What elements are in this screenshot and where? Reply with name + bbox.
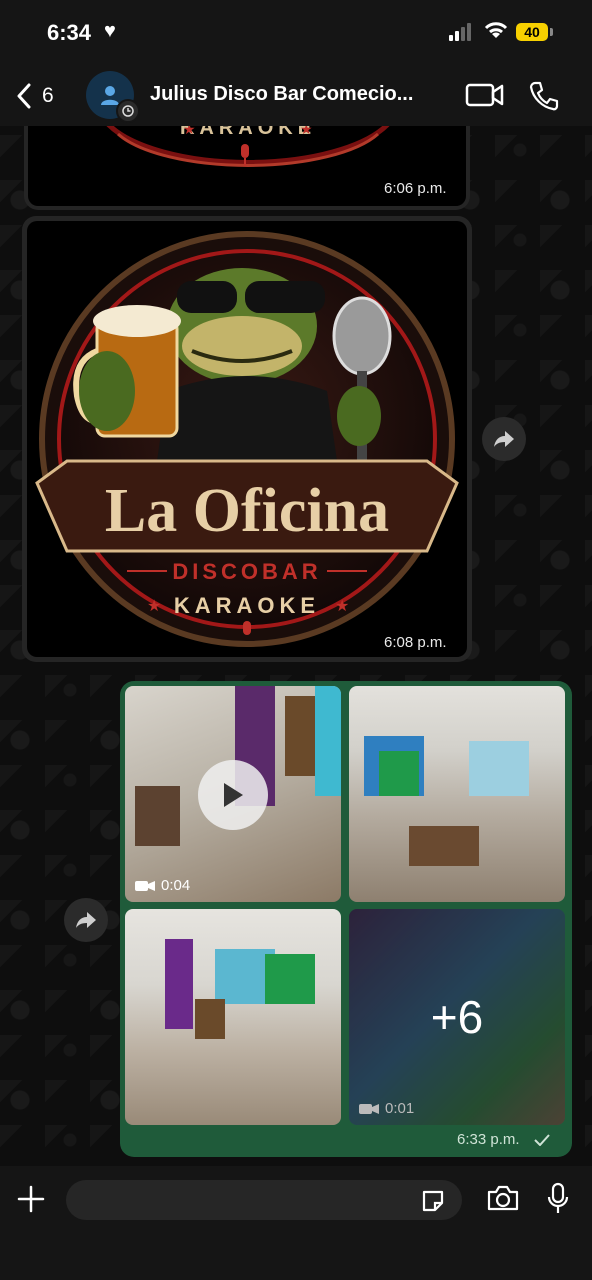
album-video-tile[interactable]: 0:04 — [125, 686, 341, 902]
message-input[interactable] — [66, 1180, 462, 1220]
back-button[interactable]: 6 — [16, 80, 68, 112]
clock-badge-icon — [116, 99, 140, 123]
forward-button[interactable] — [64, 898, 108, 942]
logo-subtitle: DISCOBAR — [172, 559, 321, 584]
more-photos-count: +6 — [430, 991, 484, 1043]
play-icon — [224, 783, 243, 807]
microphone-icon[interactable] — [546, 1182, 570, 1216]
outgoing-album-message[interactable]: 0:04 +6 0:01 6:33 p.m. — [120, 681, 572, 1157]
phone-icon[interactable] — [528, 80, 560, 112]
logo-title: La Oficina — [105, 477, 389, 545]
album-photo-tile[interactable] — [349, 686, 565, 902]
heart-icon: ♥ — [104, 20, 116, 42]
battery-indicator: 40 — [516, 23, 548, 41]
forward-icon — [76, 912, 96, 928]
svg-text:★: ★ — [335, 598, 349, 615]
camera-icon[interactable] — [486, 1184, 520, 1212]
album-more-tile[interactable]: +6 0:01 — [349, 909, 565, 1125]
play-button[interactable] — [198, 760, 268, 830]
forward-icon — [494, 431, 514, 447]
composer-bar — [0, 1166, 592, 1280]
plus-icon[interactable] — [16, 1184, 46, 1214]
video-camera-icon — [135, 880, 155, 891]
sent-check-icon — [534, 1134, 550, 1146]
svg-text:★: ★ — [147, 598, 161, 615]
la-oficina-logo-image: La Oficina DISCOBAR KARAOKE ★ ★ — [35, 231, 459, 647]
unread-count: 6 — [42, 84, 54, 107]
album-photo-tile[interactable] — [125, 909, 341, 1125]
incoming-image-message[interactable]: La Oficina DISCOBAR KARAOKE ★ ★ 6:08 p.m… — [22, 216, 472, 662]
message-time: 6:06 p.m. — [384, 180, 447, 197]
forward-button[interactable] — [482, 417, 526, 461]
logo-tagline: KARAOKE — [174, 593, 320, 618]
message-time: 6:08 p.m. — [384, 634, 447, 651]
sticker-icon[interactable] — [420, 1188, 446, 1214]
battery-nub — [550, 28, 553, 36]
top-bar: 6:34 ♥ 40 6 Julius Disco Bar Comecio... — [0, 0, 592, 126]
wifi-icon — [484, 22, 508, 38]
logo-image[interactable]: La Oficina DISCOBAR KARAOKE ★ ★ 6:08 p.m… — [27, 221, 467, 657]
video-duration: 0:04 — [135, 877, 190, 894]
chat-title[interactable]: Julius Disco Bar Comecio... — [150, 83, 420, 106]
signal-icon — [449, 23, 477, 41]
chevron-left-icon — [17, 83, 31, 109]
video-camera-icon — [359, 1103, 379, 1114]
message-time: 6:33 p.m. — [457, 1131, 520, 1148]
video-duration: 0:01 — [359, 1100, 414, 1117]
status-time: 6:34 — [47, 20, 92, 45]
video-call-icon[interactable] — [465, 80, 505, 110]
